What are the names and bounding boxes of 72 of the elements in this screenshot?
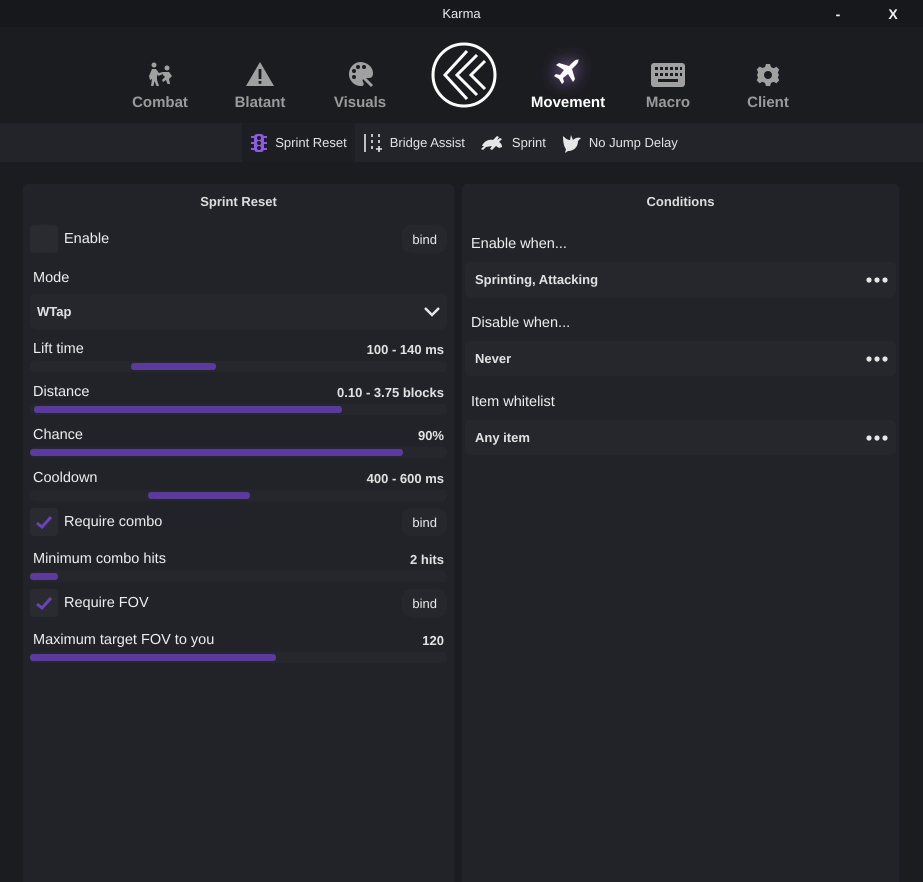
- dashed-lines-icon: [362, 132, 383, 152]
- nav-tab[interactable]: Visuals: [310, 27, 410, 123]
- panel-title: Sprint Reset: [199, 193, 278, 211]
- settings-icon: [755, 62, 781, 88]
- more-button[interactable]: [866, 356, 888, 362]
- fighters-icon: [146, 60, 174, 88]
- bind-button[interactable]: bind: [402, 589, 447, 617]
- condition-label: Enable when...: [471, 236, 568, 254]
- toggle-label: Require FOV: [64, 595, 149, 611]
- traffic-light-icon: [250, 132, 268, 152]
- setting-label: Lift time: [33, 341, 84, 357]
- bird-icon: [562, 132, 582, 152]
- minimize-button[interactable]: -: [818, 0, 858, 27]
- setting-label: Cooldown: [33, 470, 98, 486]
- nav-tab[interactable]: Combat: [110, 27, 210, 123]
- setting-value: 0.10 - 3.75 blocks: [337, 384, 444, 400]
- slider-track[interactable]: [30, 404, 447, 415]
- mode-dropdown[interactable]: WTap: [30, 294, 447, 329]
- sub-tab[interactable]: Sprint: [472, 123, 554, 162]
- setting-label: Maximum target FOV to you: [33, 632, 214, 648]
- slider-track[interactable]: [30, 571, 447, 582]
- sub-tab[interactable]: Bridge Assist: [354, 123, 473, 162]
- more-button[interactable]: [866, 434, 888, 440]
- slider-track[interactable]: [30, 490, 447, 501]
- checkbox[interactable]: [30, 589, 58, 617]
- keyboard-icon: [650, 62, 686, 88]
- more-icon: [866, 276, 888, 282]
- nav-tab[interactable]: Blatant: [210, 27, 310, 123]
- close-button[interactable]: X: [873, 0, 913, 27]
- toggle-label: Require combo: [64, 514, 162, 530]
- checkbox[interactable]: [30, 508, 58, 536]
- condition-field[interactable]: Sprinting, Attacking: [465, 262, 896, 297]
- sub-tab[interactable]: Sprint Reset: [242, 123, 355, 162]
- window-title: Karma: [442, 6, 481, 21]
- check-icon: [35, 515, 53, 529]
- setting-value: 2 hits: [410, 552, 444, 566]
- slider-handle[interactable]: [209, 363, 216, 370]
- slider-track[interactable]: [30, 447, 447, 458]
- more-button[interactable]: [866, 276, 888, 282]
- setting-label: Mode: [33, 270, 70, 286]
- toggle-label: Enable: [64, 231, 110, 247]
- slider-handle[interactable]: [131, 363, 138, 370]
- slider-track[interactable]: [30, 652, 447, 663]
- sub-tab[interactable]: No Jump Delay: [554, 123, 686, 162]
- condition-label: Item whitelist: [471, 394, 556, 412]
- setting-value: 400 - 600 ms: [366, 470, 444, 486]
- setting-label: Minimum combo hits: [33, 551, 166, 567]
- slider-handle[interactable]: [34, 406, 42, 413]
- bind-button[interactable]: bind: [402, 508, 447, 536]
- check-icon: [35, 596, 53, 610]
- setting-value: 100 - 140 ms: [366, 342, 444, 356]
- rabbit-icon: [480, 134, 505, 152]
- setting-label: Distance: [33, 384, 90, 400]
- more-icon: [866, 434, 888, 440]
- setting-label: Chance: [33, 427, 83, 443]
- slider-track[interactable]: [30, 361, 447, 372]
- nav-tab[interactable]: Movement: [518, 27, 618, 123]
- nav-tab[interactable]: Macro: [618, 27, 718, 123]
- bind-button[interactable]: bind: [402, 225, 447, 253]
- panel-title: Conditions: [646, 193, 716, 211]
- setting-value: 90%: [418, 428, 444, 442]
- slider-handle[interactable]: [148, 492, 155, 499]
- palette-icon: [346, 60, 374, 88]
- condition-label: Disable when...: [471, 315, 572, 333]
- condition-field[interactable]: Any item: [465, 420, 896, 455]
- nav-tab[interactable]: Client: [718, 27, 818, 123]
- chevron-down-icon: [423, 306, 441, 318]
- chevron-logo: [431, 42, 497, 108]
- condition-field[interactable]: Never: [465, 341, 896, 376]
- setting-value: 120: [422, 632, 444, 648]
- more-icon: [866, 356, 888, 362]
- warning-icon: [245, 60, 275, 88]
